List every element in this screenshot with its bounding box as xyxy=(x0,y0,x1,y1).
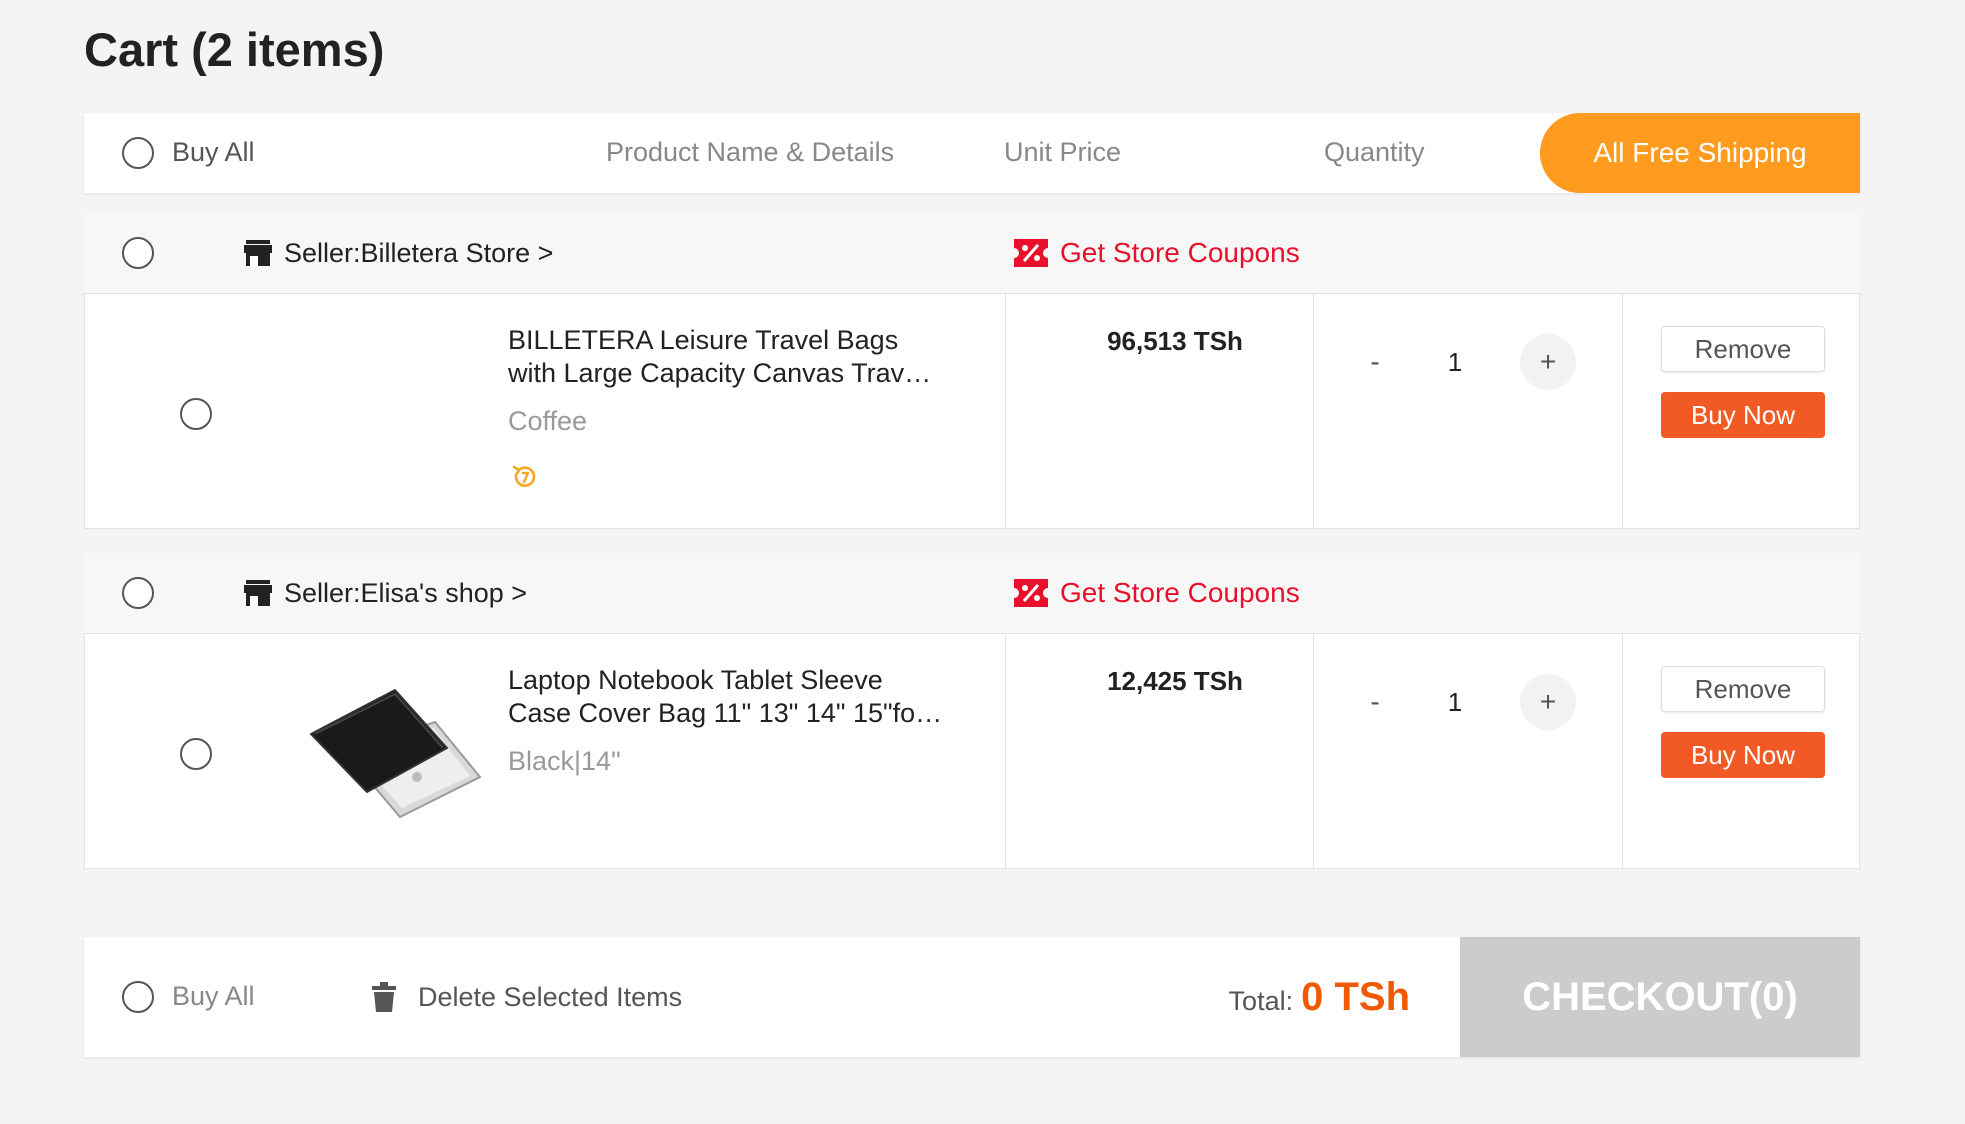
unit-price: 12,425 TSh xyxy=(1107,666,1243,696)
cart-footer-bar: Buy All Delete Selected Items Total: 0 T… xyxy=(84,937,1860,1057)
product-title-line2: with Large Capacity Canvas Trav… xyxy=(508,358,932,388)
cart-item-row: Laptop Notebook Tablet Sleeve Case Cover… xyxy=(84,633,1860,869)
product-title[interactable]: Laptop Notebook Tablet Sleeve Case Cover… xyxy=(508,664,978,730)
coupon-icon xyxy=(1014,579,1048,607)
column-divider xyxy=(1622,294,1623,528)
seller-name: Seller:Elisa's shop > xyxy=(284,577,528,608)
column-divider xyxy=(1005,634,1006,868)
store-icon xyxy=(244,240,272,266)
checkout-button[interactable]: CHECKOUT(0) xyxy=(1460,937,1860,1057)
quantity-column-header: Quantity xyxy=(1324,137,1425,167)
free-shipping-badge: All Free Shipping xyxy=(1540,113,1860,193)
product-variant: Black|14" xyxy=(508,746,621,776)
footer-buy-all-radio[interactable] xyxy=(122,981,154,1013)
total-label: Total: xyxy=(1228,985,1294,1016)
cart-item-row: BILLETERA Leisure Travel Bags with Large… xyxy=(84,293,1860,529)
get-store-coupons-link[interactable]: Get Store Coupons xyxy=(1014,213,1300,293)
item-select-radio[interactable] xyxy=(180,738,212,770)
reload-icon[interactable] xyxy=(510,462,540,492)
item-select-radio[interactable] xyxy=(180,398,212,430)
page-title: Cart (2 items) xyxy=(84,23,385,76)
total-value: 0 TSh xyxy=(1301,974,1410,1019)
seller-select-radio[interactable] xyxy=(122,237,154,269)
seller-bar: Seller:Elisa's shop > Get Store Coupons xyxy=(84,553,1860,634)
seller-name: Seller:Billetera Store > xyxy=(284,237,554,268)
product-title-line2: Case Cover Bag 11" 13" 14" 15"fo… xyxy=(508,698,943,728)
product-title[interactable]: BILLETERA Leisure Travel Bags with Large… xyxy=(508,324,978,390)
unit-price: 96,513 TSh xyxy=(1107,326,1243,356)
coupon-icon xyxy=(1014,239,1048,267)
product-title-line1: Laptop Notebook Tablet Sleeve xyxy=(508,665,883,695)
product-column-header: Product Name & Details xyxy=(606,137,895,167)
buy-all-label[interactable]: Buy All xyxy=(172,137,255,168)
seller-bar: Seller:Billetera Store > Get Store Coupo… xyxy=(84,213,1860,294)
get-store-coupons-link[interactable]: Get Store Coupons xyxy=(1014,553,1300,633)
coupons-label: Get Store Coupons xyxy=(1060,577,1300,608)
quantity-increment-button[interactable]: + xyxy=(1520,334,1576,390)
coupons-label: Get Store Coupons xyxy=(1060,237,1300,268)
delete-selected-button[interactable]: Delete Selected Items xyxy=(372,937,682,1057)
unit-price-column-header: Unit Price xyxy=(1004,137,1122,167)
remove-button[interactable]: Remove xyxy=(1661,326,1825,372)
quantity-value[interactable]: 1 xyxy=(1435,674,1475,730)
buy-now-button[interactable]: Buy Now xyxy=(1661,732,1825,778)
buy-now-button[interactable]: Buy Now xyxy=(1661,392,1825,438)
quantity-value[interactable]: 1 xyxy=(1435,334,1475,390)
remove-button[interactable]: Remove xyxy=(1661,666,1825,712)
delete-selected-label: Delete Selected Items xyxy=(418,981,683,1012)
store-icon xyxy=(244,580,272,606)
cart-header-bar: Buy All Product Name & Details Unit Pric… xyxy=(84,113,1860,193)
trash-icon xyxy=(372,982,396,1012)
seller-link[interactable]: Seller:Billetera Store > xyxy=(244,213,553,293)
product-thumbnail[interactable] xyxy=(305,682,485,822)
product-variant: Coffee xyxy=(508,406,588,436)
footer-buy-all-label[interactable]: Buy All xyxy=(172,981,255,1012)
quantity-decrement-button[interactable]: - xyxy=(1355,674,1395,730)
seller-link[interactable]: Seller:Elisa's shop > xyxy=(244,553,527,633)
column-divider xyxy=(1005,294,1006,528)
cart-page: Cart (2 items) Buy All Product Name & De… xyxy=(0,0,1965,1124)
cart-total: Total: 0 TSh xyxy=(1229,937,1410,1057)
buy-all-radio[interactable] xyxy=(122,137,154,169)
quantity-decrement-button[interactable]: - xyxy=(1355,334,1395,390)
quantity-increment-button[interactable]: + xyxy=(1520,674,1576,730)
product-title-line1: BILLETERA Leisure Travel Bags xyxy=(508,325,899,355)
seller-select-radio[interactable] xyxy=(122,577,154,609)
column-divider xyxy=(1622,634,1623,868)
